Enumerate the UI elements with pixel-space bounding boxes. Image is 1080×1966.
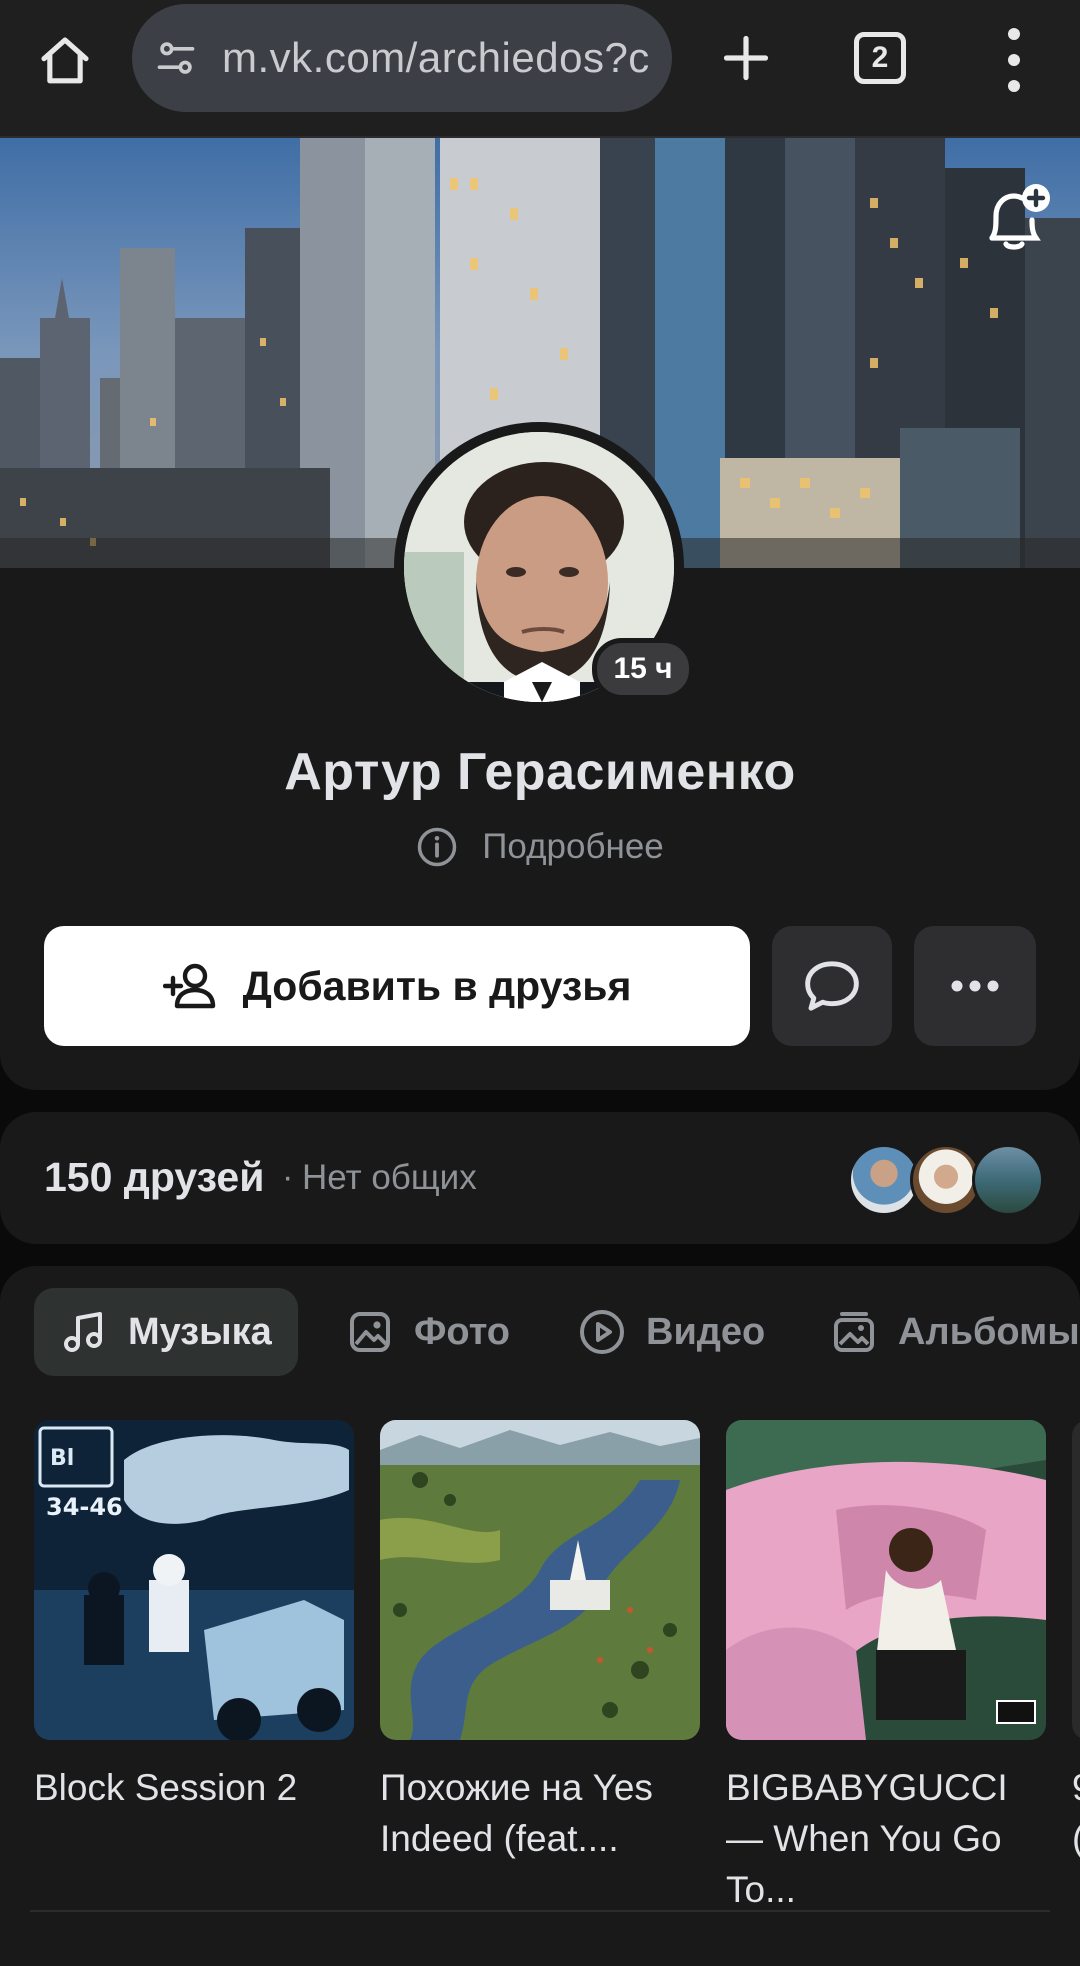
music-albums-row: Bl 34-46 Block Session 2 Похожие на Yes … <box>0 1420 1080 1910</box>
tab-music[interactable]: Музыка <box>34 1288 298 1376</box>
tab-photo-label: Фото <box>414 1310 511 1353</box>
tab-switcher-button[interactable]: 2 <box>854 32 906 84</box>
last-seen-text: 15 ч <box>613 652 673 685</box>
album-title-partial: 9 ( <box>1072 1762 1080 1864</box>
address-bar[interactable]: m.vk.com/archiedos?c <box>132 4 672 112</box>
profile-header-card: 15 ч Артур Герасименко Подробнее Добавит… <box>0 138 1080 1090</box>
friends-count: 150 друзей <box>44 1154 265 1200</box>
friends-summary-card[interactable]: 150 друзей · Нет общих <box>0 1112 1080 1244</box>
album-card[interactable]: Bl 34-46 Block Session 2 <box>34 1420 354 1813</box>
last-seen-badge: 15 ч <box>592 638 694 700</box>
album-card[interactable]: BIGBABYGUCCI — When You Go To... <box>726 1420 1046 1915</box>
tab-music-label: Музыка <box>128 1310 272 1353</box>
menu-dot <box>1008 54 1020 66</box>
message-button[interactable] <box>772 926 892 1046</box>
home-icon <box>41 37 89 84</box>
photo-icon <box>350 1312 390 1352</box>
divider <box>30 1910 1050 1912</box>
add-friend-label: Добавить в друзья <box>242 962 632 1009</box>
album-cover-pink-car <box>726 1420 1046 1740</box>
albums-icon <box>834 1312 874 1352</box>
video-play-icon <box>580 1310 624 1354</box>
media-section-card: Музыка Фото Видео Альбомы Bl 34-46 Block… <box>0 1266 1080 1966</box>
bell-plus-icon <box>989 184 1050 250</box>
mutual-friends-label: Нет общих <box>302 1158 477 1197</box>
tab-video[interactable]: Видео <box>578 1288 765 1376</box>
profile-name: Артур Герасименко <box>284 743 796 801</box>
tab-video-label: Видео <box>646 1310 766 1353</box>
info-icon <box>417 827 457 867</box>
album-card[interactable]: Похожие на Yes Indeed (feat.... <box>380 1420 700 1864</box>
svg-text:34-46: 34-46 <box>46 1493 123 1521</box>
overflow-menu-button[interactable] <box>990 28 1038 92</box>
chat-bubble-icon <box>805 961 859 1011</box>
menu-dot <box>1008 80 1020 92</box>
subscribe-bell-button[interactable] <box>976 178 1056 258</box>
more-horizontal-icon <box>951 980 999 992</box>
details-label: Подробнее <box>482 827 664 866</box>
album-title: Block Session 2 <box>34 1767 298 1808</box>
album-cover-block-session: Bl 34-46 <box>34 1420 354 1740</box>
overflow-menu-icon <box>1008 28 1020 40</box>
album-title: BIGBABYGUCCI — When You Go To... <box>726 1767 1008 1910</box>
album-title: Похожие на Yes Indeed (feat.... <box>380 1767 653 1859</box>
site-settings-icon[interactable] <box>152 34 200 82</box>
friend-avatars-stack <box>848 1144 1044 1216</box>
tab-count: 2 <box>871 41 889 74</box>
browser-toolbar: m.vk.com/archiedos?c 2 <box>0 0 1080 138</box>
album-art-image: Bl 34-46 <box>34 1420 354 1740</box>
home-button[interactable] <box>30 26 100 96</box>
url-text: m.vk.com/archiedos?c <box>222 34 650 81</box>
tab-photo[interactable]: Фото <box>346 1288 510 1376</box>
add-friend-button[interactable]: Добавить в друзья <box>44 926 750 1046</box>
album-cover-partial <box>1072 1420 1080 1740</box>
album-card-partial[interactable]: 9 ( <box>1072 1420 1080 1864</box>
more-actions-button[interactable] <box>914 926 1036 1046</box>
friend-avatar <box>972 1144 1044 1216</box>
album-art-image <box>380 1420 700 1740</box>
album-title-partial-line2: ( <box>1072 1813 1080 1864</box>
new-tab-button[interactable] <box>712 24 780 92</box>
album-cover-landscape <box>380 1420 700 1740</box>
media-tabs: Музыка Фото Видео Альбомы <box>0 1288 1080 1378</box>
friends-separator: · <box>282 1158 294 1196</box>
svg-text:Bl: Bl <box>50 1446 74 1471</box>
new-tab-plus-icon <box>723 35 769 81</box>
add-person-icon <box>162 963 215 1009</box>
tab-albums[interactable]: Альбомы <box>830 1288 1080 1376</box>
album-title-partial-line1: 9 <box>1072 1762 1080 1813</box>
tab-albums-label: Альбомы <box>898 1310 1080 1353</box>
album-art-image <box>726 1420 1046 1740</box>
details-link[interactable]: Подробнее <box>0 826 1080 868</box>
music-note-icon <box>64 1312 102 1352</box>
